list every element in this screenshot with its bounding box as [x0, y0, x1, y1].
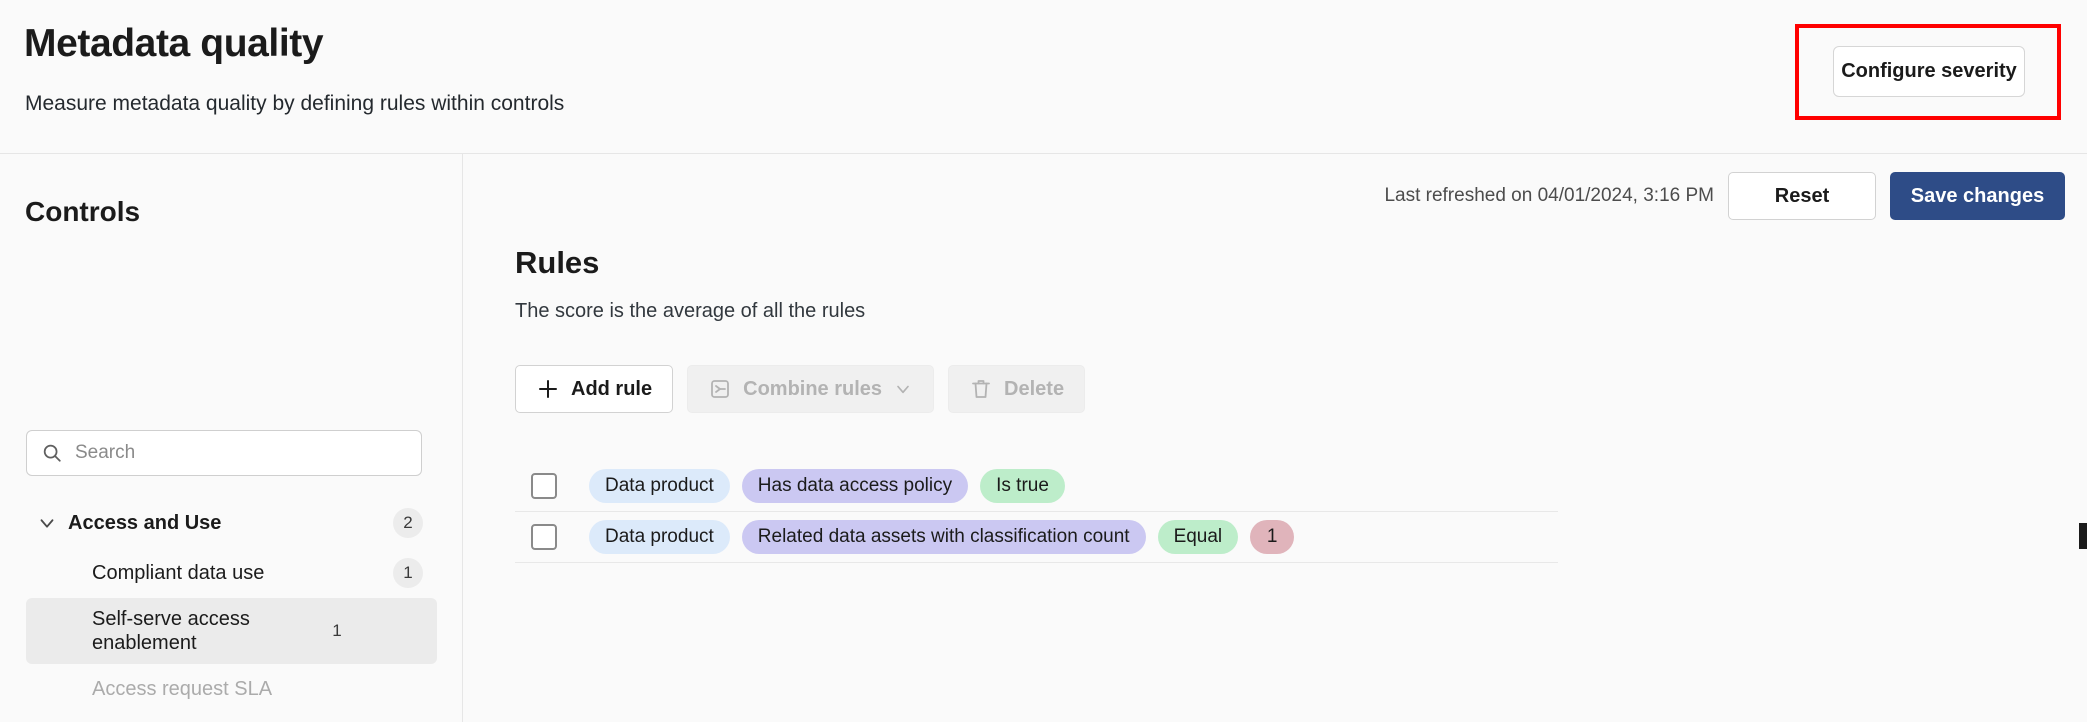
- rule-entity-pill[interactable]: Data product: [589, 469, 730, 503]
- app-root: Metadata quality Measure metadata qualit…: [0, 0, 2087, 722]
- page-subtitle: Measure metadata quality by defining rul…: [25, 92, 564, 116]
- sidebar-item-access-request-sla: Access request SLA: [26, 664, 437, 714]
- last-refreshed-text: Last refreshed on 04/01/2024, 3:16 PM: [1384, 185, 1714, 207]
- page-title: Metadata quality: [24, 22, 323, 66]
- sidebar-item-zero-trust-default-access: Zero-trust default access: [26, 714, 437, 722]
- panel-toolbar: Last refreshed on 04/01/2024, 3:16 PM Re…: [1384, 172, 2065, 220]
- save-changes-label: Save changes: [1911, 185, 2044, 208]
- combine-rules-button[interactable]: Combine rules: [687, 365, 934, 413]
- page-header: Metadata quality Measure metadata qualit…: [0, 0, 2087, 154]
- sidebar-item-label: Compliant data use: [92, 561, 393, 585]
- sidebar-item-self-serve-access-enablement[interactable]: Self-serve access enablement 1: [26, 598, 437, 664]
- rule-value-pill[interactable]: 1: [1250, 520, 1294, 554]
- rule-attribute-pill[interactable]: Has data access policy: [742, 469, 968, 503]
- sidebar-item-count: 2: [393, 508, 423, 538]
- rule-checkbox[interactable]: [531, 473, 557, 499]
- configure-severity-button[interactable]: Configure severity: [1833, 46, 2025, 97]
- search-box[interactable]: [26, 430, 422, 476]
- search-icon: [41, 442, 63, 464]
- combine-icon: [708, 377, 732, 401]
- table-row: Data product Related data assets with cl…: [515, 512, 1558, 563]
- rules-description: The score is the average of all the rule…: [515, 300, 865, 323]
- save-changes-button[interactable]: Save changes: [1890, 172, 2065, 220]
- delete-button[interactable]: Delete: [948, 365, 1085, 413]
- rules-action-bar: Add rule Combine rules: [515, 365, 1085, 413]
- configure-severity-label: Configure severity: [1841, 60, 2017, 83]
- clipped-edge-glyph: [2079, 523, 2087, 549]
- combine-rules-label: Combine rules: [743, 378, 882, 401]
- add-rule-label: Add rule: [571, 378, 652, 401]
- rule-operator-pill[interactable]: Equal: [1158, 520, 1239, 554]
- sidebar-item-label: Self-serve access enablement: [92, 607, 322, 656]
- chevron-down-icon[interactable]: [36, 512, 58, 534]
- add-rule-button[interactable]: Add rule: [515, 365, 673, 413]
- rules-heading: Rules: [515, 245, 599, 281]
- controls-sidebar: Controls Access and Use 2 Compliant data…: [0, 154, 463, 722]
- sidebar-item-label: Access and Use: [68, 511, 393, 535]
- rule-operator-pill[interactable]: Is true: [980, 469, 1065, 503]
- reset-button[interactable]: Reset: [1728, 172, 1876, 220]
- sidebar-item-count: 1: [393, 558, 423, 588]
- search-input[interactable]: [75, 442, 395, 464]
- sidebar-item-label: Access request SLA: [92, 677, 423, 701]
- table-row: Data product Has data access policy Is t…: [515, 461, 1558, 512]
- controls-tree: Access and Use 2 Compliant data use 1 Se…: [0, 498, 463, 722]
- rule-entity-pill[interactable]: Data product: [589, 520, 730, 554]
- sidebar-item-compliant-data-use[interactable]: Compliant data use 1: [26, 548, 437, 598]
- rules-panel: Last refreshed on 04/01/2024, 3:16 PM Re…: [464, 154, 2087, 722]
- sidebar-item-count: 1: [322, 616, 352, 646]
- rule-checkbox[interactable]: [531, 524, 557, 550]
- sidebar-title: Controls: [25, 196, 140, 228]
- delete-label: Delete: [1004, 378, 1064, 401]
- trash-icon: [969, 377, 993, 401]
- plus-icon: [536, 377, 560, 401]
- chevron-down-icon: [893, 379, 913, 399]
- reset-label: Reset: [1775, 185, 1829, 208]
- sidebar-item-access-and-use[interactable]: Access and Use 2: [26, 498, 437, 548]
- rule-attribute-pill[interactable]: Related data assets with classification …: [742, 520, 1146, 554]
- rules-list: Data product Has data access policy Is t…: [515, 461, 1558, 563]
